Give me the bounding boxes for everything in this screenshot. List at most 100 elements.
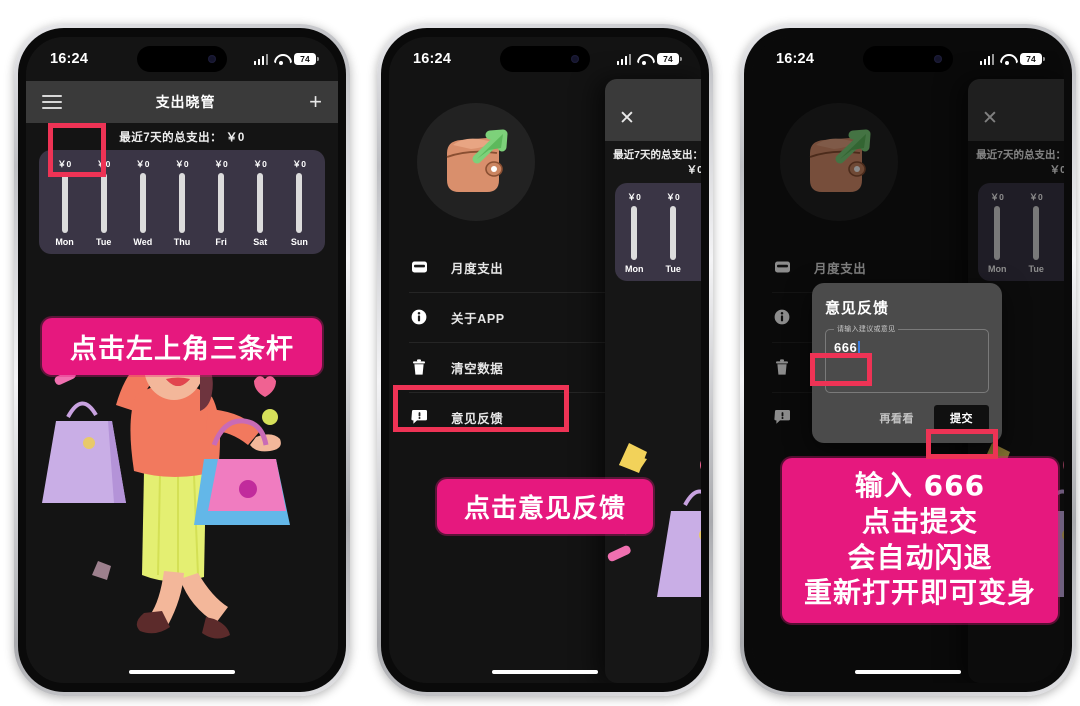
bar-shape <box>296 173 303 233</box>
instruction-banner-3: 输入 666 点击提交 会自动闪退 重新打开即可变身 <box>782 458 1058 624</box>
battery-icon: 74 <box>657 53 682 65</box>
dynamic-island <box>863 46 953 72</box>
menu-item-label: 清空数据 <box>451 361 504 376</box>
bar-column: ￥0 Mon <box>49 158 81 247</box>
bar-column: ￥0 Wed <box>127 158 159 247</box>
phone-3-screen: 月度支出 关于APP 清空数据 <box>752 37 1064 683</box>
bar-shape <box>100 173 107 233</box>
bar-value-label: ￥0 <box>627 192 642 202</box>
battery-icon: 74 <box>1020 53 1045 65</box>
bar-shape <box>257 173 264 233</box>
banner-line: 输入 666 <box>854 469 986 502</box>
pushed-back-main-screen[interactable]: ✕ 最近7天的总支出： ￥0 ￥0 Mon ￥0 Tue <box>605 79 701 683</box>
pushed-summary-text: 最近7天的总支出： ￥0 <box>613 149 701 176</box>
bar-category-label: Sun <box>290 237 308 247</box>
bar-category-label: Thu <box>173 237 191 247</box>
wifi-icon <box>637 54 651 65</box>
submit-button[interactable]: 提交 <box>934 405 989 431</box>
home-indicator <box>129 669 235 674</box>
phone-2: 月度支出 关于APP 清空数据 意见反馈 ✕ 最近7天的总支出： ￥0 ￥0 M… <box>377 24 713 696</box>
phone-3-bezel: 月度支出 关于APP 清空数据 <box>744 28 1072 692</box>
battery-level: 74 <box>1026 53 1036 64</box>
bar-value-label: ￥0 <box>253 159 268 169</box>
bar-shape <box>178 173 185 233</box>
feedback-input-value: 666 <box>834 340 858 355</box>
battery-level: 74 <box>663 53 673 64</box>
bar-shape <box>218 173 225 233</box>
phone-1: 16:24 74 支出晓管 + 最近7天的总支出： ￥0 ￥0 Mon ￥0 T… <box>14 24 350 696</box>
plus-icon[interactable]: + <box>309 91 322 113</box>
close-icon[interactable]: ✕ <box>619 109 635 128</box>
feedback-bubble-icon <box>409 407 429 427</box>
feedback-input[interactable]: 请输入建议或意见 666 <box>825 324 989 393</box>
phone-1-bezel: 16:24 74 支出晓管 + 最近7天的总支出： ￥0 ￥0 Mon ￥0 T… <box>18 28 346 692</box>
pushed-illustration <box>605 269 701 665</box>
wifi-icon <box>274 54 288 65</box>
phone-2-screen: 月度支出 关于APP 清空数据 意见反馈 ✕ 最近7天的总支出： ￥0 ￥0 M… <box>389 37 701 683</box>
status-indicators: 74 <box>253 53 319 65</box>
bar-shape <box>670 206 677 260</box>
home-indicator <box>492 669 598 674</box>
home-indicator <box>855 669 961 674</box>
feedback-dialog: 意见反馈 请输入建议或意见 666 再看看 提交 <box>812 283 1002 443</box>
bar-shape <box>631 206 638 260</box>
banner-line: 会自动闪退 <box>847 540 993 574</box>
wallet-arrow-logo-icon <box>417 103 535 221</box>
bar-column: ￥0 Thu <box>166 158 198 247</box>
summary-text: 最近7天的总支出： ￥0 <box>119 132 245 144</box>
trash-icon <box>409 357 429 377</box>
cancel-button[interactable]: 再看看 <box>874 406 921 430</box>
bar-value-label: ￥0 <box>135 159 150 169</box>
status-time: 16:24 <box>413 51 452 67</box>
status-time: 16:24 <box>50 51 89 67</box>
bar-category-label: Sat <box>253 237 268 247</box>
dynamic-island <box>500 46 590 72</box>
banner-line: 重新打开即可变身 <box>803 576 1036 610</box>
bar-category-label: Wed <box>133 237 153 247</box>
menu-item-monthly-expense[interactable]: 月度支出 <box>389 242 605 292</box>
phone-3: 月度支出 关于APP 清空数据 <box>740 24 1076 696</box>
weekly-spending-chart: ￥0 Mon ￥0 Tue ￥0 Wed ￥0 Thu ￥0 Fri ￥0 Sa… <box>39 150 325 254</box>
menu-item-label: 意见反馈 <box>451 411 504 426</box>
drawer-menu: 月度支出 关于APP 清空数据 <box>389 242 611 442</box>
battery-level: 74 <box>300 53 310 64</box>
bar-column: ￥0 Tue <box>88 158 120 247</box>
bar-value-label: ￥0 <box>292 159 307 169</box>
cellular-signal-icon <box>616 53 631 65</box>
bar-value-label: ￥0 <box>666 192 681 202</box>
screenshot-stage: 16:24 74 支出晓管 + 最近7天的总支出： ￥0 ￥0 Mon ￥0 T… <box>0 0 1080 706</box>
bar-shape <box>139 173 146 233</box>
battery-icon: 74 <box>294 53 319 65</box>
dialog-title: 意见反馈 <box>825 300 890 317</box>
pushed-illustration-svg <box>607 443 701 597</box>
menu-item-clear-data[interactable]: 清空数据 <box>389 342 611 392</box>
bar-category-label: Mon <box>55 237 74 247</box>
instruction-banner-2: 点击意见反馈 <box>437 479 653 534</box>
status-indicators: 74 <box>979 53 1045 65</box>
bar-category-label: Fri <box>215 237 227 247</box>
banner-line: 点击提交 <box>861 504 978 538</box>
status-time: 16:24 <box>776 51 815 67</box>
bar-category-label: Tue <box>96 237 112 247</box>
app-navbar: 支出晓管 + <box>26 81 338 123</box>
hamburger-icon[interactable] <box>42 95 62 109</box>
page-title: 支出晓管 <box>155 94 216 110</box>
menu-item-about-app[interactable]: 关于APP <box>389 292 611 342</box>
bar-shape <box>61 173 68 233</box>
cellular-signal-icon <box>979 53 994 65</box>
bar-column: ￥0 Sat <box>244 158 276 247</box>
bar-column: ￥0 Sun <box>283 158 315 247</box>
wallet-arrow-svg <box>446 129 508 192</box>
text-caret <box>858 341 861 354</box>
wifi-icon <box>1000 54 1014 65</box>
bar-value-label: ￥0 <box>214 159 229 169</box>
cellular-signal-icon <box>253 53 268 65</box>
phone-2-bezel: 月度支出 关于APP 清空数据 意见反馈 ✕ 最近7天的总支出： ￥0 ￥0 M… <box>381 28 709 692</box>
bar-value-label: ￥0 <box>175 159 189 169</box>
bar-value-label: ￥0 <box>57 159 72 169</box>
phone-1-screen: 16:24 74 支出晓管 + 最近7天的总支出： ￥0 ￥0 Mon ￥0 T… <box>26 37 338 683</box>
dialog-actions: 再看看 提交 <box>825 405 989 431</box>
menu-item-feedback[interactable]: 意见反馈 <box>389 392 611 442</box>
feedback-input-label: 请输入建议或意见 <box>834 324 899 334</box>
dynamic-island <box>137 46 227 72</box>
